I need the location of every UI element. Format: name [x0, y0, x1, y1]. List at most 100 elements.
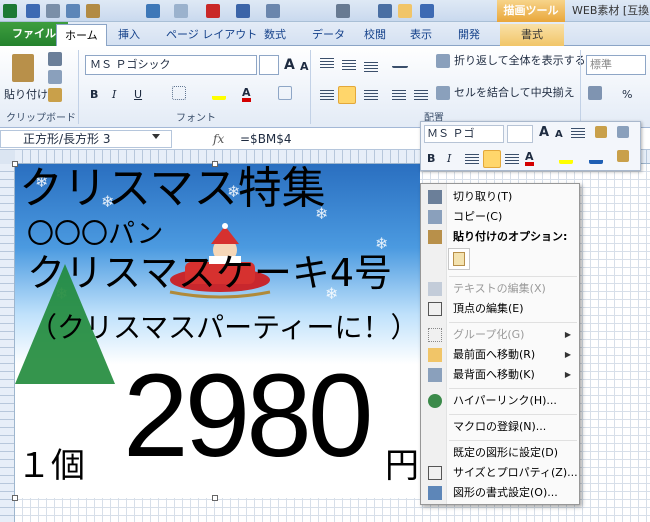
mini-outline-color-icon[interactable] [589, 150, 603, 164]
redo-icon[interactable] [174, 4, 188, 18]
menu-item-hyperlink[interactable]: ハイパーリンク(H)... [423, 391, 577, 411]
align-center-button[interactable] [338, 86, 356, 104]
mini-italic-button[interactable]: I [447, 150, 451, 168]
submenu-arrow-icon: ▶ [564, 350, 571, 359]
bold-button[interactable]: B [90, 86, 98, 104]
mini-align-center-button[interactable] [483, 150, 501, 168]
tab-developer[interactable]: 開発 [450, 24, 488, 46]
menu-item-label: 最背面へ移動(K) [453, 368, 535, 381]
tab-format[interactable]: 書式 [500, 24, 564, 46]
context-menu: 切り取り(T) コピー(C) 貼り付けのオプション: テキストの編集(X) 頂点… [420, 183, 580, 505]
grow-font-button[interactable]: A [284, 56, 295, 74]
customize-qat-icon[interactable] [420, 4, 434, 18]
mini-format-painter-icon[interactable] [595, 126, 607, 138]
mini-align-left-icon[interactable] [465, 154, 479, 164]
font-color-button[interactable]: A [242, 84, 251, 102]
chevron-down-icon[interactable] [152, 134, 160, 139]
menu-item-send-to-back[interactable]: 最背面へ移動(K) ▶ [423, 365, 577, 385]
flyer-shop-name: 〇〇〇パン [27, 219, 164, 250]
mini-format-painter-icon[interactable] [617, 150, 629, 162]
tab-data[interactable]: データ [304, 24, 353, 46]
menu-separator [449, 388, 577, 389]
selection-handle[interactable] [212, 161, 218, 167]
mini-grow-font-button[interactable]: A [539, 124, 549, 142]
menu-item-group: グループ化(G) ▶ [423, 325, 577, 345]
align-middle-icon[interactable] [342, 60, 356, 70]
name-box[interactable]: 正方形/長方形 3 [0, 130, 172, 148]
mini-shrink-font-button[interactable]: A [555, 126, 563, 144]
save-icon[interactable] [26, 4, 40, 18]
phonetic-icon[interactable] [278, 86, 292, 100]
paste-option-button[interactable] [448, 248, 470, 270]
menu-item-label: ハイパーリンク(H)... [453, 394, 557, 407]
selection-handle[interactable] [12, 161, 18, 167]
font-name-select[interactable]: ＭＳ Ｐゴシック [85, 55, 257, 75]
print-preview-icon[interactable] [46, 4, 60, 18]
fill-color-icon[interactable] [212, 86, 226, 100]
tab-page-layout[interactable]: ページ レイアウト [158, 24, 265, 46]
align-left-icon[interactable] [320, 90, 334, 100]
shrink-font-button[interactable]: A [300, 58, 309, 76]
tab-formulas[interactable]: 数式 [256, 24, 294, 46]
menu-item-format-shape[interactable]: 図形の書式設定(O)... [423, 483, 577, 503]
mini-bold-button[interactable]: B [427, 150, 435, 168]
italic-button[interactable]: I [112, 86, 116, 104]
tab-home[interactable]: ホーム [56, 24, 107, 46]
grid-icon[interactable] [398, 4, 412, 18]
menu-item-label: マクロの登録(N)... [453, 420, 547, 433]
format-painter-icon[interactable] [48, 88, 62, 102]
spelling-icon[interactable] [66, 4, 80, 18]
paste-button[interactable]: 貼り付け [4, 52, 48, 108]
currency-icon[interactable] [588, 86, 602, 100]
align-bottom-icon[interactable] [364, 62, 378, 72]
merge-center-button[interactable]: セルを結合して中央揃え [454, 84, 575, 102]
menu-item-bring-to-front[interactable]: 最前面へ移動(R) ▶ [423, 345, 577, 365]
row-headers[interactable] [0, 164, 15, 522]
wrap-text-button[interactable]: 折り返して全体を表示する [454, 52, 586, 70]
insert-function-button[interactable]: fx [213, 130, 233, 148]
font-color-icon[interactable] [206, 4, 220, 18]
camera-icon[interactable] [336, 4, 350, 18]
increase-indent-icon[interactable] [414, 90, 428, 100]
align-right-icon[interactable] [364, 90, 378, 100]
mini-fill-color-icon[interactable] [559, 150, 573, 164]
mini-font-size-select[interactable] [507, 125, 533, 143]
font-size-select[interactable] [259, 55, 279, 75]
menu-item-label: テキストの編集(X) [453, 282, 546, 295]
selection-handle[interactable] [212, 495, 218, 501]
mini-align-right-icon[interactable] [505, 154, 519, 164]
flyer-shape[interactable]: ❄ ❄ ❄ ❄ ❄ ❄ ❄ クリスマス特集 〇〇〇パン クリスマスケーキ4号 （… [15, 164, 420, 498]
formula-input[interactable]: =$BM$4 [240, 130, 292, 148]
percent-button[interactable]: % [622, 86, 632, 104]
cut-icon[interactable] [48, 52, 62, 66]
mini-font-select[interactable]: ＭＳ Ｐゴ [424, 125, 504, 143]
copy-icon[interactable] [48, 70, 62, 84]
mini-copy-icon[interactable] [617, 126, 629, 138]
fill-color-icon[interactable] [236, 4, 250, 18]
tab-view[interactable]: 表示 [402, 24, 440, 46]
undo-icon[interactable] [146, 4, 160, 18]
menu-item-cut[interactable]: 切り取り(T) [423, 187, 577, 207]
align-top-icon[interactable] [320, 58, 334, 68]
menu-item-set-default-shape[interactable]: 既定の図形に設定(D) [423, 443, 577, 463]
menu-item-copy[interactable]: コピー(C) [423, 207, 577, 227]
borders-icon[interactable] [378, 4, 392, 18]
mini-font-color-button[interactable]: A [525, 148, 534, 166]
tab-insert[interactable]: 挿入 [110, 24, 148, 46]
number-format-select[interactable]: 標準 [586, 55, 646, 75]
flyer-price: 2980 [123, 350, 374, 482]
underline-button[interactable]: U [134, 86, 142, 104]
menu-item-edit-points[interactable]: 頂点の編集(E) [423, 299, 577, 319]
shapes-icon[interactable] [266, 4, 280, 18]
decrease-indent-icon[interactable] [392, 90, 406, 100]
menu-item-label: 図形の書式設定(O)... [453, 486, 558, 499]
borders-icon[interactable] [172, 86, 186, 100]
mini-decrease-indent-icon[interactable] [571, 128, 585, 138]
menu-item-assign-macro[interactable]: マクロの登録(N)... [423, 417, 577, 437]
window-title: WEB素材 [互換 [572, 4, 650, 17]
orientation-icon[interactable] [392, 56, 408, 68]
tab-review[interactable]: 校閲 [356, 24, 394, 46]
selection-handle[interactable] [12, 495, 18, 501]
menu-item-size-properties[interactable]: サイズとプロパティ(Z)... [423, 463, 578, 483]
paste-icon[interactable] [86, 4, 100, 18]
